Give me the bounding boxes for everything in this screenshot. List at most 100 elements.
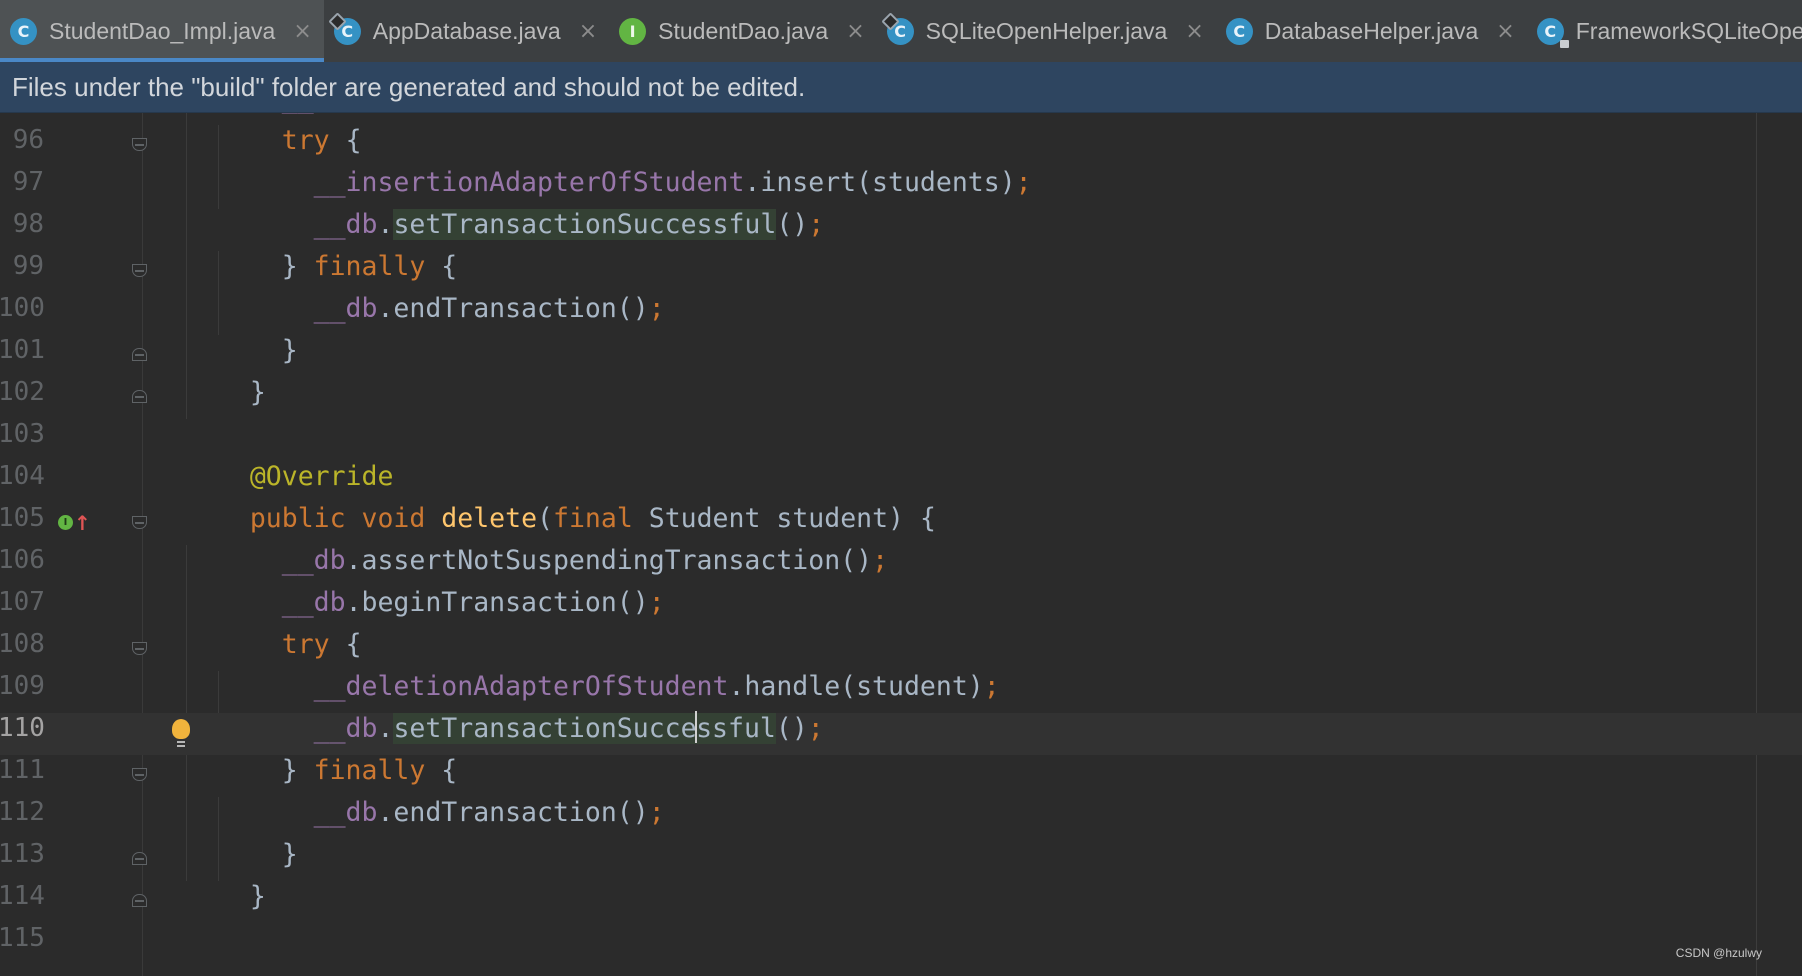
code-line[interactable]: 95 __db.beginTransaction(); bbox=[0, 113, 1802, 125]
fold-icon[interactable] bbox=[132, 138, 147, 151]
class-icon: C bbox=[1225, 17, 1253, 45]
code-text: __insertionAdapterOfStudent.insert(stude… bbox=[313, 167, 1032, 198]
close-icon[interactable]: × bbox=[1496, 19, 1514, 44]
line-number: 115 bbox=[0, 923, 45, 953]
line-number: 99 bbox=[12, 251, 44, 281]
code-line[interactable]: 104 @Override bbox=[0, 461, 1802, 503]
code-line[interactable]: 103 bbox=[0, 419, 1802, 461]
code-line[interactable]: 97 __insertionAdapterOfStudent.insert(st… bbox=[0, 167, 1802, 209]
editor-tab-bar: C StudentDao_Impl.java × C AppDatabase.j… bbox=[0, 0, 1802, 62]
close-icon[interactable]: × bbox=[846, 19, 864, 44]
tab-frameworksqliteopen[interactable]: C FrameworkSQLiteOpen bbox=[1527, 0, 1802, 62]
line-number: 102 bbox=[0, 377, 45, 407]
interface-icon: I bbox=[619, 17, 647, 45]
code-line[interactable]: 108 try { bbox=[0, 629, 1802, 671]
code-line[interactable]: 96 try { bbox=[0, 125, 1802, 167]
line-number: 108 bbox=[0, 629, 45, 659]
banner-text: Files under the "build" folder are gener… bbox=[12, 71, 806, 102]
code-text: } bbox=[186, 881, 266, 912]
line-number: 101 bbox=[0, 335, 45, 365]
tab-label: SQLiteOpenHelper.java bbox=[925, 17, 1168, 44]
code-text: } finally { bbox=[186, 251, 458, 282]
line-number: 106 bbox=[0, 545, 45, 575]
code-line[interactable]: 115 bbox=[0, 923, 1802, 965]
current-code-line[interactable]: 110 __db.setTransactionSuccessful(); bbox=[0, 710, 1802, 755]
fold-icon[interactable] bbox=[132, 264, 147, 277]
line-number: 97 bbox=[12, 167, 44, 197]
line-number: 111 bbox=[0, 755, 45, 785]
code-line[interactable]: 113 } bbox=[0, 839, 1802, 881]
code-text: @Override bbox=[249, 461, 394, 492]
code-text: } finally { bbox=[186, 755, 458, 786]
go-to-interface-arrow-icon[interactable]: ↑ bbox=[74, 511, 91, 535]
generated-file-warning-banner: Files under the "build" folder are gener… bbox=[0, 62, 1802, 113]
code-text: __db.beginTransaction(); bbox=[281, 587, 665, 618]
library-class-icon: C bbox=[886, 17, 914, 45]
text-caret bbox=[695, 710, 698, 743]
tab-label: DatabaseHelper.java bbox=[1264, 17, 1479, 44]
line-number: 96 bbox=[12, 125, 44, 155]
code-text: __db.setTransactionSuccessful(); bbox=[313, 209, 825, 240]
fold-end-icon[interactable] bbox=[132, 894, 147, 907]
code-text: __db.beginTransaction(); bbox=[186, 113, 665, 114]
code-text: public void delete(final Student student… bbox=[249, 503, 936, 534]
class-icon: C bbox=[10, 17, 37, 45]
tab-sqliteopenhelper[interactable]: C SQLiteOpenHelper.java × bbox=[877, 0, 1216, 62]
fold-end-icon[interactable] bbox=[132, 390, 147, 403]
code-text: __db.endTransaction(); bbox=[313, 293, 665, 324]
fold-icon[interactable] bbox=[132, 516, 147, 529]
tab-label: StudentDao.java bbox=[658, 17, 829, 44]
code-line[interactable]: 100 __db.endTransaction(); bbox=[0, 293, 1802, 335]
tab-studentdao-impl[interactable]: C StudentDao_Impl.java × bbox=[0, 0, 324, 62]
code-text: __deletionAdapterOfStudent.handle(studen… bbox=[313, 671, 1000, 702]
line-number: 110 bbox=[0, 713, 45, 743]
code-line[interactable]: 105 I ↑ public void delete(final Student… bbox=[0, 503, 1802, 545]
line-number: 105 bbox=[0, 503, 45, 533]
code-lines: 95 __db.beginTransaction(); 96 try { 97 … bbox=[0, 113, 1802, 965]
line-number: 104 bbox=[0, 461, 45, 491]
code-line[interactable]: 102 } bbox=[0, 377, 1802, 419]
code-line[interactable]: 106 __db.assertNotSuspendingTransaction(… bbox=[0, 545, 1802, 587]
code-text: __db.assertNotSuspendingTransaction(); bbox=[281, 545, 889, 576]
code-text: try { bbox=[281, 629, 362, 660]
implements-method-icon[interactable]: I bbox=[58, 515, 73, 530]
code-editor[interactable]: 95 __db.beginTransaction(); 96 try { 97 … bbox=[0, 113, 1802, 976]
code-line[interactable]: 114 } bbox=[0, 881, 1802, 923]
code-line[interactable]: 111 } finally { bbox=[0, 755, 1802, 797]
code-line[interactable]: 101 } bbox=[0, 335, 1802, 377]
code-line[interactable]: 112 __db.endTransaction(); bbox=[0, 797, 1802, 839]
tab-label: StudentDao_Impl.java bbox=[49, 17, 276, 44]
close-icon[interactable]: × bbox=[1185, 19, 1203, 44]
line-number: 112 bbox=[0, 797, 45, 827]
line-number: 107 bbox=[0, 587, 45, 617]
line-number: 114 bbox=[0, 881, 45, 911]
fold-icon[interactable] bbox=[132, 768, 147, 781]
code-text: __db.endTransaction(); bbox=[313, 797, 665, 828]
close-icon[interactable]: × bbox=[579, 19, 597, 44]
fold-end-icon[interactable] bbox=[132, 852, 147, 865]
watermark: CSDN @hzulwy bbox=[1675, 946, 1762, 960]
class-icon: C bbox=[333, 17, 361, 45]
tab-appdatabase[interactable]: C AppDatabase.java × bbox=[324, 0, 609, 62]
code-line[interactable]: 98 __db.setTransactionSuccessful(); bbox=[0, 209, 1802, 251]
line-number: 109 bbox=[0, 671, 45, 701]
fold-end-icon[interactable] bbox=[132, 348, 147, 361]
code-text: try { bbox=[281, 125, 362, 156]
tab-label: AppDatabase.java bbox=[372, 17, 561, 44]
fold-icon[interactable] bbox=[132, 642, 147, 655]
tab-studentdao[interactable]: I StudentDao.java × bbox=[609, 0, 877, 62]
code-text: } bbox=[186, 335, 298, 366]
tab-label: FrameworkSQLiteOpen bbox=[1575, 17, 1802, 44]
line-number: 98 bbox=[12, 209, 44, 239]
line-number: 103 bbox=[0, 419, 45, 449]
code-text: } bbox=[186, 839, 298, 870]
locked-class-icon: C bbox=[1536, 17, 1569, 48]
code-line[interactable]: 107 __db.beginTransaction(); bbox=[0, 587, 1802, 629]
code-text: } bbox=[186, 377, 266, 408]
code-line[interactable]: 99 } finally { bbox=[0, 251, 1802, 293]
line-number: 113 bbox=[0, 839, 45, 869]
code-line[interactable]: 109 __deletionAdapterOfStudent.handle(st… bbox=[0, 671, 1802, 713]
close-icon[interactable]: × bbox=[293, 19, 311, 44]
tab-databasehelper[interactable]: C DatabaseHelper.java × bbox=[1216, 0, 1527, 62]
line-number: 100 bbox=[0, 293, 45, 323]
